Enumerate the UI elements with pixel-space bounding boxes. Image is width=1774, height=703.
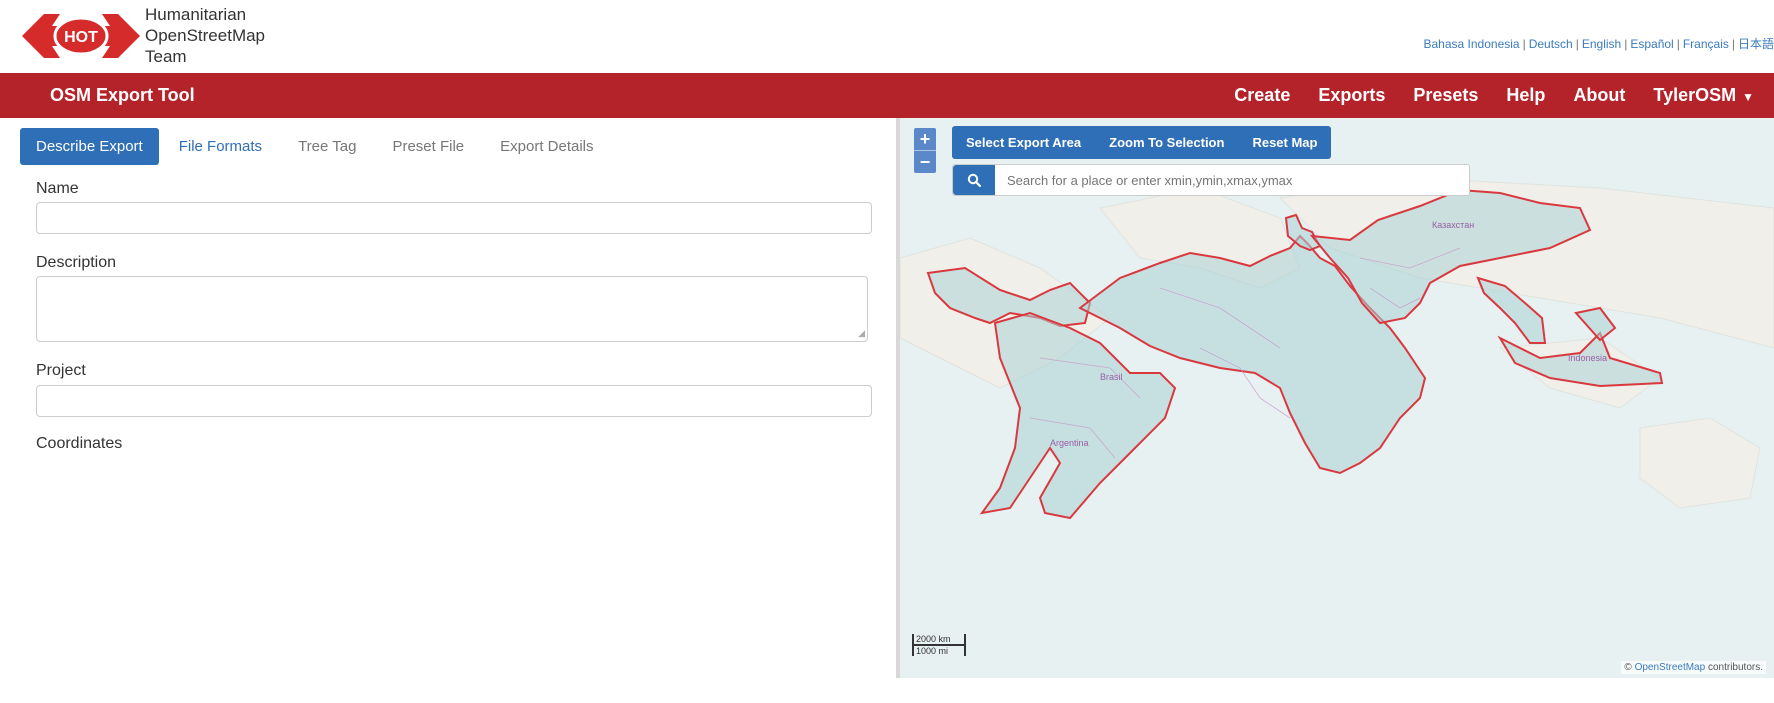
map-label-indonesia: Indonesia [1568, 353, 1607, 363]
export-map[interactable]: Казахстан Brasil Argentina Indonesia + −… [900, 118, 1774, 678]
lang-link-en[interactable]: English [1582, 37, 1621, 51]
map-label-argentina: Argentina [1050, 438, 1089, 448]
logo-line-3: Team [145, 47, 187, 66]
search-button[interactable] [953, 165, 995, 195]
zoom-out-button[interactable]: − [914, 151, 936, 173]
caret-down-icon: ▼ [1742, 90, 1754, 104]
hot-logo[interactable]: HOT [22, 6, 140, 66]
map-search-input[interactable] [995, 165, 1469, 195]
select-export-area-button[interactable]: Select Export Area [952, 126, 1095, 159]
lang-link-fr[interactable]: Français [1683, 37, 1729, 51]
tab-file-formats[interactable]: File Formats [163, 128, 278, 165]
main-navbar: OSM Export Tool Create Exports Presets H… [0, 73, 1774, 118]
site-header: HOT Humanitarian OpenStreetMap Team Baha… [0, 0, 1774, 74]
lang-link-ja[interactable]: 日本語 [1738, 37, 1774, 51]
project-input[interactable] [36, 385, 872, 417]
lang-link-id[interactable]: Bahasa Indonesia [1424, 37, 1520, 51]
map-button-group: Select Export Area Zoom To Selection Res… [952, 126, 1332, 159]
coordinates-label: Coordinates [36, 435, 123, 452]
zoom-to-selection-button[interactable]: Zoom To Selection [1095, 126, 1238, 159]
tab-preset-file[interactable]: Preset File [376, 128, 480, 165]
nav-about[interactable]: About [1573, 85, 1625, 106]
export-form-panel: Describe Export File Formats Tree Tag Pr… [0, 118, 896, 703]
name-input[interactable] [36, 202, 872, 234]
tab-tree-tag[interactable]: Tree Tag [282, 128, 372, 165]
name-label: Name [36, 180, 79, 197]
scale-km: 2000 km [912, 634, 966, 646]
logo-badge-text: HOT [64, 29, 98, 46]
project-label: Project [36, 362, 86, 379]
attribution-prefix: © [1624, 662, 1632, 673]
map-scale: 2000 km 1000 mi [912, 634, 966, 656]
osm-attribution-link[interactable]: OpenStreetMap [1635, 662, 1706, 673]
attribution-suffix: contributors. [1707, 662, 1763, 673]
language-selector: Bahasa Indonesia | Deutsch | English | Español… [1423, 37, 1774, 51]
user-name: TylerOSM [1653, 85, 1737, 105]
search-icon [967, 173, 981, 187]
resize-grip-icon[interactable]: ◢ [858, 328, 865, 339]
map-label-kazakhstan: Казахстан [1432, 220, 1474, 230]
zoom-control: + − [914, 128, 936, 173]
description-textarea[interactable]: ◢ [36, 276, 868, 342]
map-attribution: © OpenStreetMap contributors. [1621, 661, 1766, 674]
nav-presets[interactable]: Presets [1413, 85, 1478, 106]
tab-export-details[interactable]: Export Details [484, 128, 609, 165]
lang-link-es[interactable]: Español [1630, 37, 1673, 51]
logo-line-2: OpenStreetMap [145, 26, 266, 45]
nav-exports[interactable]: Exports [1318, 85, 1385, 106]
lang-link-de[interactable]: Deutsch [1529, 37, 1573, 51]
nav-menu: Create Exports Presets Help About TylerO… [1206, 73, 1754, 118]
nav-create[interactable]: Create [1234, 85, 1290, 106]
user-menu[interactable]: TylerOSM ▼ [1653, 85, 1754, 106]
map-search-bar [952, 164, 1470, 196]
description-label: Description [36, 254, 117, 271]
form-tabs: Describe Export File Formats Tree Tag Pr… [20, 128, 614, 165]
scale-mi: 1000 mi [912, 646, 966, 656]
logo-line-1: Humanitarian [145, 5, 247, 24]
nav-help[interactable]: Help [1506, 85, 1545, 106]
tab-describe-export[interactable]: Describe Export [20, 128, 159, 165]
zoom-separator [914, 150, 936, 151]
brand-link[interactable]: OSM Export Tool [50, 85, 195, 106]
logo-text: Humanitarian OpenStreetMap Team [145, 4, 265, 67]
world-map[interactable]: Казахстан Brasil Argentina Indonesia [900, 118, 1774, 678]
map-label-brasil: Brasil [1100, 372, 1123, 382]
zoom-in-button[interactable]: + [914, 128, 936, 150]
reset-map-button[interactable]: Reset Map [1238, 126, 1331, 159]
